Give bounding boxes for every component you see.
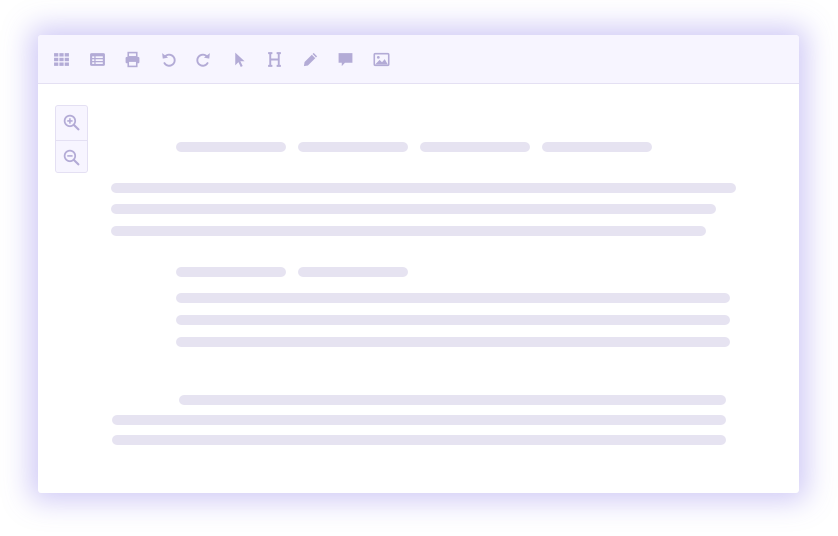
skeleton-line bbox=[176, 337, 730, 347]
select-button[interactable] bbox=[229, 49, 249, 69]
image-button[interactable] bbox=[371, 49, 391, 69]
printer-icon bbox=[125, 51, 139, 67]
skeleton-tab bbox=[298, 267, 408, 277]
skeleton-tab bbox=[542, 142, 652, 152]
skeleton-tab bbox=[176, 142, 286, 152]
table-icon bbox=[89, 52, 105, 66]
skeleton-line bbox=[176, 315, 730, 325]
skeleton-line bbox=[112, 415, 726, 425]
draw-button[interactable] bbox=[300, 49, 320, 69]
zoom-in-icon bbox=[63, 114, 80, 131]
editor-window bbox=[38, 35, 799, 493]
toolbar bbox=[38, 35, 799, 84]
heading-icon bbox=[267, 51, 281, 67]
print-button[interactable] bbox=[122, 49, 142, 69]
redo-button[interactable] bbox=[193, 49, 213, 69]
zoom-out-icon bbox=[63, 149, 80, 166]
skeleton-line bbox=[111, 204, 716, 214]
grid-icon bbox=[53, 52, 69, 66]
comment-button[interactable] bbox=[335, 49, 355, 69]
skeleton-line bbox=[179, 395, 726, 405]
skeleton-tab bbox=[176, 267, 286, 277]
pencil-icon bbox=[303, 52, 317, 66]
zoom-controls bbox=[55, 105, 88, 173]
zoom-in-button[interactable] bbox=[56, 106, 87, 139]
skeleton-line bbox=[111, 226, 706, 236]
table-button[interactable] bbox=[87, 49, 107, 69]
skeleton-tab bbox=[298, 142, 408, 152]
cursor-icon bbox=[234, 52, 245, 67]
comment-icon bbox=[338, 52, 352, 66]
image-icon bbox=[372, 52, 390, 66]
undo-button[interactable] bbox=[158, 49, 178, 69]
skeleton-line bbox=[112, 435, 726, 445]
grid-button[interactable] bbox=[51, 49, 71, 69]
skeleton-tab bbox=[420, 142, 530, 152]
skeleton-line bbox=[176, 293, 730, 303]
heading-button[interactable] bbox=[264, 49, 284, 69]
undo-icon bbox=[161, 52, 176, 67]
redo-icon bbox=[195, 52, 210, 67]
zoom-out-button[interactable] bbox=[56, 141, 87, 174]
skeleton-line bbox=[111, 183, 736, 193]
